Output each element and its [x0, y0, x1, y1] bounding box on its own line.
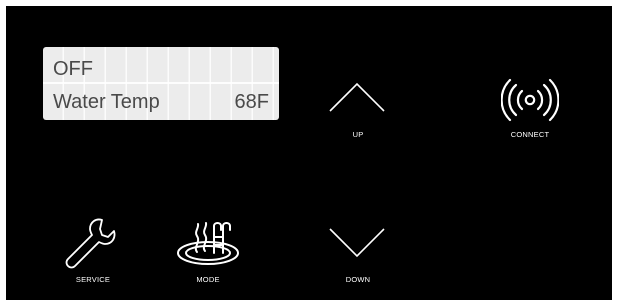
down-button[interactable]: DOWN	[324, 226, 392, 288]
lcd-water-temp-label: Water Temp	[53, 91, 160, 113]
lcd-status-text: OFF	[53, 58, 93, 80]
mode-button[interactable]: MODE	[172, 218, 244, 288]
chevron-up-icon	[329, 82, 385, 112]
up-label: UP	[352, 130, 364, 139]
hot-tub-icon	[177, 222, 239, 265]
connect-label: CONNECT	[510, 130, 550, 139]
service-label: SERVICE	[75, 275, 111, 284]
down-label: DOWN	[345, 275, 371, 284]
mode-label: MODE	[196, 275, 220, 284]
lcd-water-temp-value: 68F	[234, 91, 269, 113]
chevron-down-icon	[329, 228, 385, 258]
connect-button[interactable]: CONNECT	[496, 78, 564, 140]
control-panel: OFF Water Temp 68F UP CONNECT SERVICE MO…	[6, 6, 612, 300]
wireless-signal-icon	[501, 78, 559, 122]
wrench-icon	[65, 218, 116, 269]
up-button[interactable]: UP	[324, 78, 392, 140]
lcd-display: OFF Water Temp 68F	[43, 47, 279, 120]
service-button[interactable]: SERVICE	[56, 216, 130, 288]
